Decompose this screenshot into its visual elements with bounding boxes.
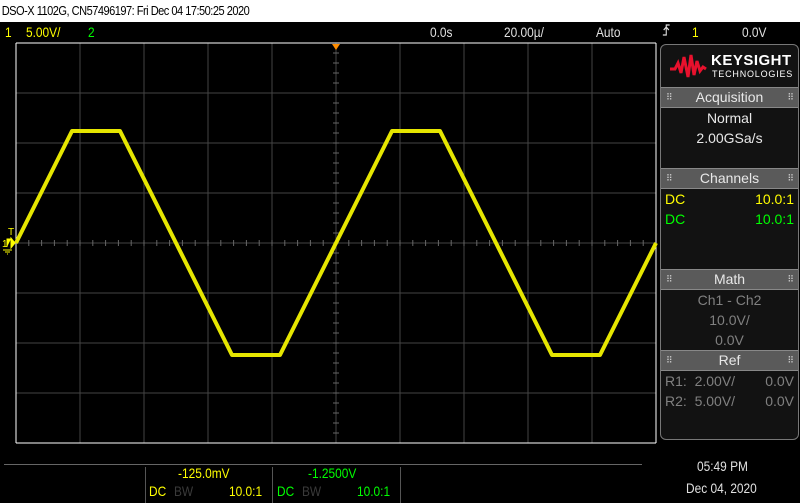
title-bar: DSO-X 1102G, CN57496197: Fri Dec 04 17:5… <box>0 0 800 22</box>
channels-header[interactable]: ⠿ Channels ⠿ <box>661 168 798 189</box>
math-function: Ch1 - Ch2 <box>697 292 762 308</box>
ch2-offset[interactable]: -1.2500V <box>308 465 356 481</box>
trigger-mode[interactable]: Auto <box>596 22 620 42</box>
logo-brand: KEYSIGHT <box>711 52 792 69</box>
ch1-info[interactable]: DC 10.0:1 <box>661 189 798 209</box>
math-header[interactable]: ⠿ Math ⠿ <box>661 269 798 290</box>
sample-rate: 2.00GSa/s <box>696 130 763 146</box>
ref-r1[interactable]: R1: 2.00V/0.0V <box>661 371 798 391</box>
ch1-scale[interactable]: 5.00V/ <box>26 22 60 42</box>
trigger-level-marker[interactable]: T <box>8 227 14 238</box>
keysight-wave-icon <box>670 54 707 78</box>
ch2-probe: 10.0:1 <box>357 483 391 499</box>
trigger-level[interactable]: 0.0V <box>742 22 766 42</box>
logo-sub: TECHNOLOGIES <box>712 69 794 79</box>
waveform-display[interactable]: 1 T <box>0 42 660 444</box>
math-section: Ch1 - Ch2 10.0V/ 0.0V <box>661 290 798 350</box>
ch2-bw-limit: BW <box>302 483 322 499</box>
window-title: DSO-X 1102G, CN57496197: Fri Dec 04 17:5… <box>1 3 250 18</box>
status-bar: 1 5.00V/ 2 0.0s 20.00µ/ Auto 1 0.0V <box>0 22 800 42</box>
ref-r2[interactable]: R2: 5.00V/0.0V <box>661 391 798 411</box>
ch1-number[interactable]: 1 <box>5 22 12 42</box>
ch1-bw-limit: BW <box>174 483 194 499</box>
keysight-logo: KEYSIGHT TECHNOLOGIES <box>661 45 798 87</box>
ch2-number[interactable]: 2 <box>88 22 95 42</box>
ch1-probe: 10.0:1 <box>229 483 263 499</box>
trigger-position-marker[interactable] <box>332 44 340 50</box>
rising-edge-icon <box>662 22 671 42</box>
clock-date: Dec 04, 2020 <box>686 480 757 496</box>
time-delay[interactable]: 0.0s <box>430 22 452 42</box>
acquisition-header[interactable]: ⠿ Acquisition ⠿ <box>661 87 798 108</box>
acquisition-section: Normal 2.00GSa/s <box>661 108 798 168</box>
ch1-offset[interactable]: -125.0mV <box>178 465 230 481</box>
math-offset: 0.0V <box>715 332 744 348</box>
ch1-coupling: DC <box>149 483 167 499</box>
trigger-source[interactable]: 1 <box>692 22 699 42</box>
ref-section: R1: 2.00V/0.0V R2: 5.00V/0.0V <box>661 371 798 411</box>
time-scale[interactable]: 20.00µ/ <box>504 22 544 42</box>
ch1-ground-marker[interactable]: 1 <box>2 236 16 255</box>
math-scale: 10.0V/ <box>709 312 750 328</box>
clock-time: 05:49 PM <box>697 458 748 474</box>
ch2-info[interactable]: DC 10.0:1 <box>661 209 798 229</box>
channels-section: DC 10.0:1 DC 10.0:1 <box>661 189 798 269</box>
ch2-coupling: DC <box>277 483 295 499</box>
channel-info-bar: -125.0mV DC BW 10.0:1 -1.2500V DC BW 10.… <box>0 458 800 503</box>
acquisition-mode: Normal <box>706 110 753 126</box>
side-panel: KEYSIGHT TECHNOLOGIES ⠿ Acquisition ⠿ Norm… <box>660 44 799 440</box>
ref-header[interactable]: ⠿ Ref ⠿ <box>661 350 798 371</box>
